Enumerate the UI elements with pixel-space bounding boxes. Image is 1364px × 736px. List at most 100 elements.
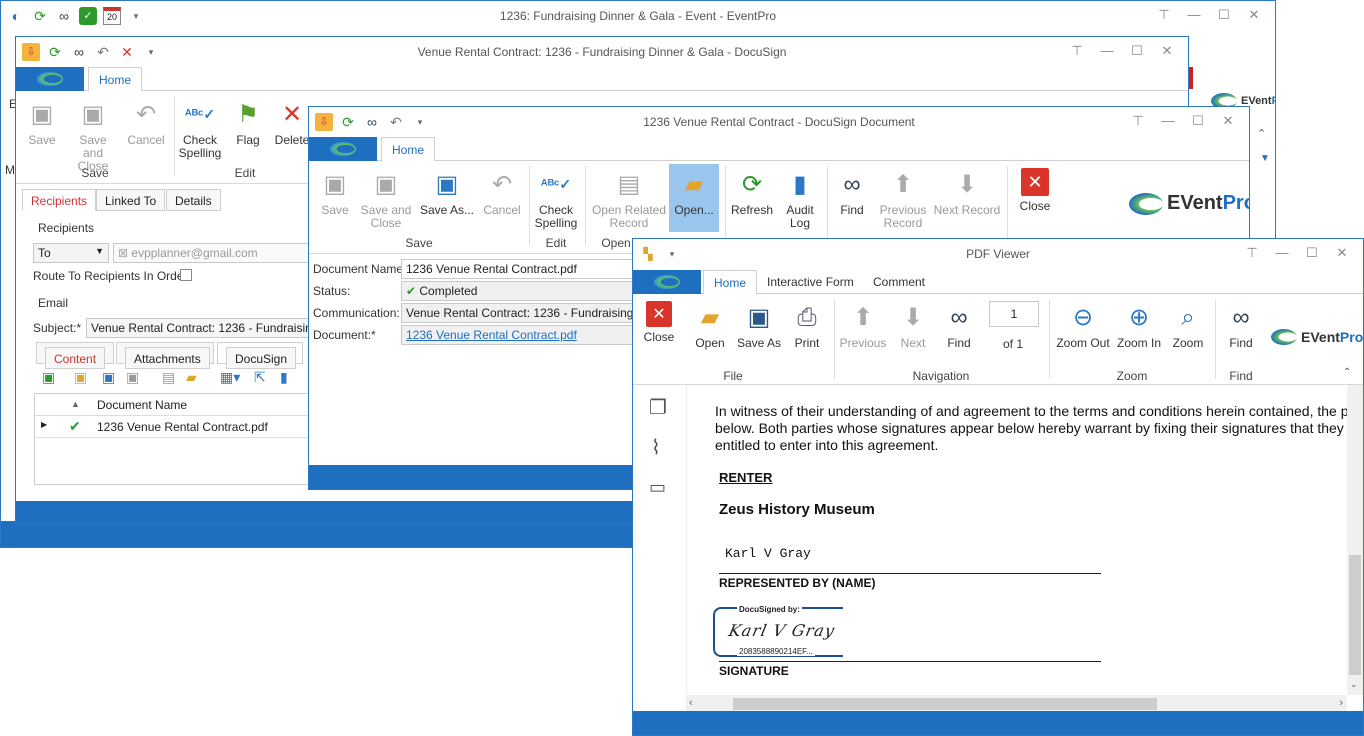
- app-menu-button[interactable]: [16, 67, 84, 91]
- refresh-button[interactable]: ⟳ Refresh: [729, 168, 775, 217]
- pin-icon[interactable]: ⊤: [1123, 113, 1153, 129]
- app-menu-button[interactable]: [633, 270, 701, 294]
- pdf-close-button[interactable]: ✕ Close: [639, 301, 679, 344]
- toolbar-folder-icon[interactable]: ▰: [186, 369, 197, 386]
- ok-icon[interactable]: ✓: [79, 7, 97, 25]
- tab-home[interactable]: Home: [381, 137, 436, 162]
- check-spelling-button[interactable]: ᴬᴮᶜ✓ Check Spelling: [178, 98, 222, 160]
- cancel-button[interactable]: ↶ Cancel: [481, 168, 523, 217]
- email-field[interactable]: ⊠ evpplanner@gmail.com: [113, 243, 313, 263]
- undo-icon[interactable]: ↶: [94, 43, 112, 61]
- scroll-right-icon[interactable]: ›: [1339, 697, 1343, 709]
- pdf-app-icon[interactable]: ▚: [639, 245, 657, 263]
- to-select[interactable]: To ▼: [33, 243, 109, 263]
- comments-icon[interactable]: ▭: [649, 477, 666, 498]
- audit-log-button[interactable]: ▮ Audit Log: [779, 168, 821, 230]
- calendar-icon[interactable]: 20: [103, 7, 121, 25]
- document-name-field[interactable]: 1236 Venue Rental Contract.pdf: [401, 259, 651, 279]
- refresh-icon[interactable]: ⟳: [31, 7, 49, 25]
- pin-icon[interactable]: ⊤: [1237, 245, 1267, 261]
- app-icon[interactable]: ◐: [7, 7, 25, 25]
- save-and-close-button[interactable]: ▣ Save and Close: [359, 168, 413, 230]
- table-row[interactable]: ▶ ✔ 1236 Venue Rental Contract.pdf: [35, 416, 325, 438]
- dropdown-icon[interactable]: ▾: [663, 245, 681, 263]
- close-icon[interactable]: ✕: [1327, 245, 1357, 261]
- toolbar-doc-icon[interactable]: ▤: [162, 369, 175, 386]
- refresh-icon[interactable]: ⟳: [46, 43, 64, 61]
- delete-icon[interactable]: ✕: [118, 43, 136, 61]
- save-button[interactable]: ▣ Save: [315, 168, 355, 217]
- close-icon[interactable]: ✕: [1239, 7, 1269, 23]
- tab-linked-to[interactable]: Linked To: [96, 189, 166, 211]
- save-as-button[interactable]: ▣ Save As...: [417, 168, 477, 217]
- close-icon[interactable]: ✕: [1152, 43, 1182, 59]
- attachments-icon[interactable]: ⌇: [651, 435, 661, 460]
- dropdown-icon[interactable]: ▾: [142, 43, 160, 61]
- check-spelling-button[interactable]: ᴬᴮᶜ✓ Check Spelling: [533, 168, 579, 230]
- pdf-next-button[interactable]: ⬇ Next: [893, 301, 933, 350]
- pdf-previous-button[interactable]: ⬆ Previous: [839, 301, 887, 350]
- pdf-open-button[interactable]: ▰ Open: [689, 301, 731, 350]
- undo-icon[interactable]: ↶: [387, 113, 405, 131]
- close-icon[interactable]: ✕: [1213, 113, 1243, 129]
- document-link[interactable]: 1236 Venue Rental Contract.pdf: [401, 325, 651, 345]
- minimize-icon[interactable]: —: [1179, 7, 1209, 23]
- pdf-save-as-button[interactable]: ▣ Save As: [735, 301, 783, 350]
- event-dropdown-icon[interactable]: ▼: [1260, 153, 1270, 164]
- tab-home[interactable]: Home: [88, 67, 143, 92]
- find-icon[interactable]: ∞: [363, 113, 381, 131]
- pin-icon[interactable]: ⊤: [1062, 43, 1092, 59]
- route-checkbox[interactable]: [180, 269, 192, 281]
- expand-icon[interactable]: ▶: [41, 420, 47, 429]
- sort-up-icon[interactable]: ▲: [71, 399, 80, 409]
- toolbar-grid-icon[interactable]: ▦▾: [220, 369, 240, 386]
- maximize-icon[interactable]: ☐: [1183, 113, 1213, 129]
- scroll-left-icon[interactable]: ‹: [689, 697, 693, 709]
- subject-field[interactable]: Venue Rental Contract: 1236 - Fundraisin…: [86, 318, 310, 338]
- dropdown-icon[interactable]: ▾: [127, 7, 145, 25]
- open-button[interactable]: ▰ Open...: [669, 164, 719, 232]
- zoom-in-button[interactable]: ⊕ Zoom In: [1115, 301, 1163, 350]
- pages-icon[interactable]: ❐: [649, 395, 667, 420]
- pdf-find-button[interactable]: ∞ Find: [939, 301, 979, 350]
- grid-header-document-name[interactable]: Document Name: [97, 398, 187, 412]
- toolbar-info-icon[interactable]: ▮: [280, 369, 288, 386]
- minimize-icon[interactable]: —: [1092, 43, 1122, 59]
- minimize-icon[interactable]: —: [1267, 245, 1297, 261]
- delete-button[interactable]: ✕ Delete: [272, 98, 312, 147]
- zoom-out-button[interactable]: ⊖ Zoom Out: [1055, 301, 1111, 350]
- tab-comment[interactable]: Comment: [863, 270, 935, 295]
- save-and-close-button[interactable]: ▣ Save and Close: [68, 98, 118, 173]
- tab-content[interactable]: ▤ Content: [36, 342, 114, 369]
- pin-icon[interactable]: ⊤: [1149, 7, 1179, 23]
- previous-record-button[interactable]: ⬆ Previous Record: [877, 168, 929, 230]
- toolbar-copy-icon[interactable]: ▣: [102, 369, 115, 386]
- toolbar-export-icon[interactable]: ⇱: [254, 369, 266, 386]
- cancel-button[interactable]: ↶ Cancel: [124, 98, 168, 147]
- dropdown-icon[interactable]: ▾: [411, 113, 429, 131]
- flag-button[interactable]: ⚑ Flag: [228, 98, 268, 147]
- pdf-print-button[interactable]: ⎙ Print: [787, 301, 827, 350]
- find-icon[interactable]: ∞: [70, 43, 88, 61]
- event-scroll-up-icon[interactable]: ⌃: [1257, 127, 1266, 140]
- open-related-record-button[interactable]: ▤ Open Related Record: [591, 168, 667, 230]
- refresh-icon[interactable]: ⟳: [339, 113, 357, 131]
- vertical-scrollbar[interactable]: ⌄: [1347, 385, 1363, 695]
- tab-details[interactable]: Details: [166, 189, 221, 211]
- next-record-button[interactable]: ⬇ Next Record: [933, 168, 1001, 217]
- docusign-icon[interactable]: ⇩: [315, 113, 333, 131]
- toolbar-docusign-icon[interactable]: ▣: [74, 369, 87, 386]
- tab-docusign[interactable]: ▣ DocuSign: [217, 342, 303, 369]
- app-menu-button[interactable]: [309, 137, 377, 161]
- toolbar-send-icon[interactable]: ▣: [42, 369, 55, 386]
- minimize-icon[interactable]: —: [1153, 113, 1183, 129]
- tab-attachments[interactable]: ⌇ Attachments: [116, 342, 214, 369]
- docusign-icon[interactable]: ⇩: [22, 43, 40, 61]
- communication-field[interactable]: Venue Rental Contract: 1236 - Fundraisin…: [401, 303, 651, 323]
- find-icon[interactable]: ∞: [55, 7, 73, 25]
- maximize-icon[interactable]: ☐: [1297, 245, 1327, 261]
- scroll-down-icon[interactable]: ⌄: [1350, 679, 1358, 690]
- toolbar-paste-icon[interactable]: ▣: [126, 369, 139, 386]
- close-button[interactable]: ✕ Close: [1013, 168, 1057, 213]
- tab-recipients[interactable]: Recipients: [22, 189, 97, 211]
